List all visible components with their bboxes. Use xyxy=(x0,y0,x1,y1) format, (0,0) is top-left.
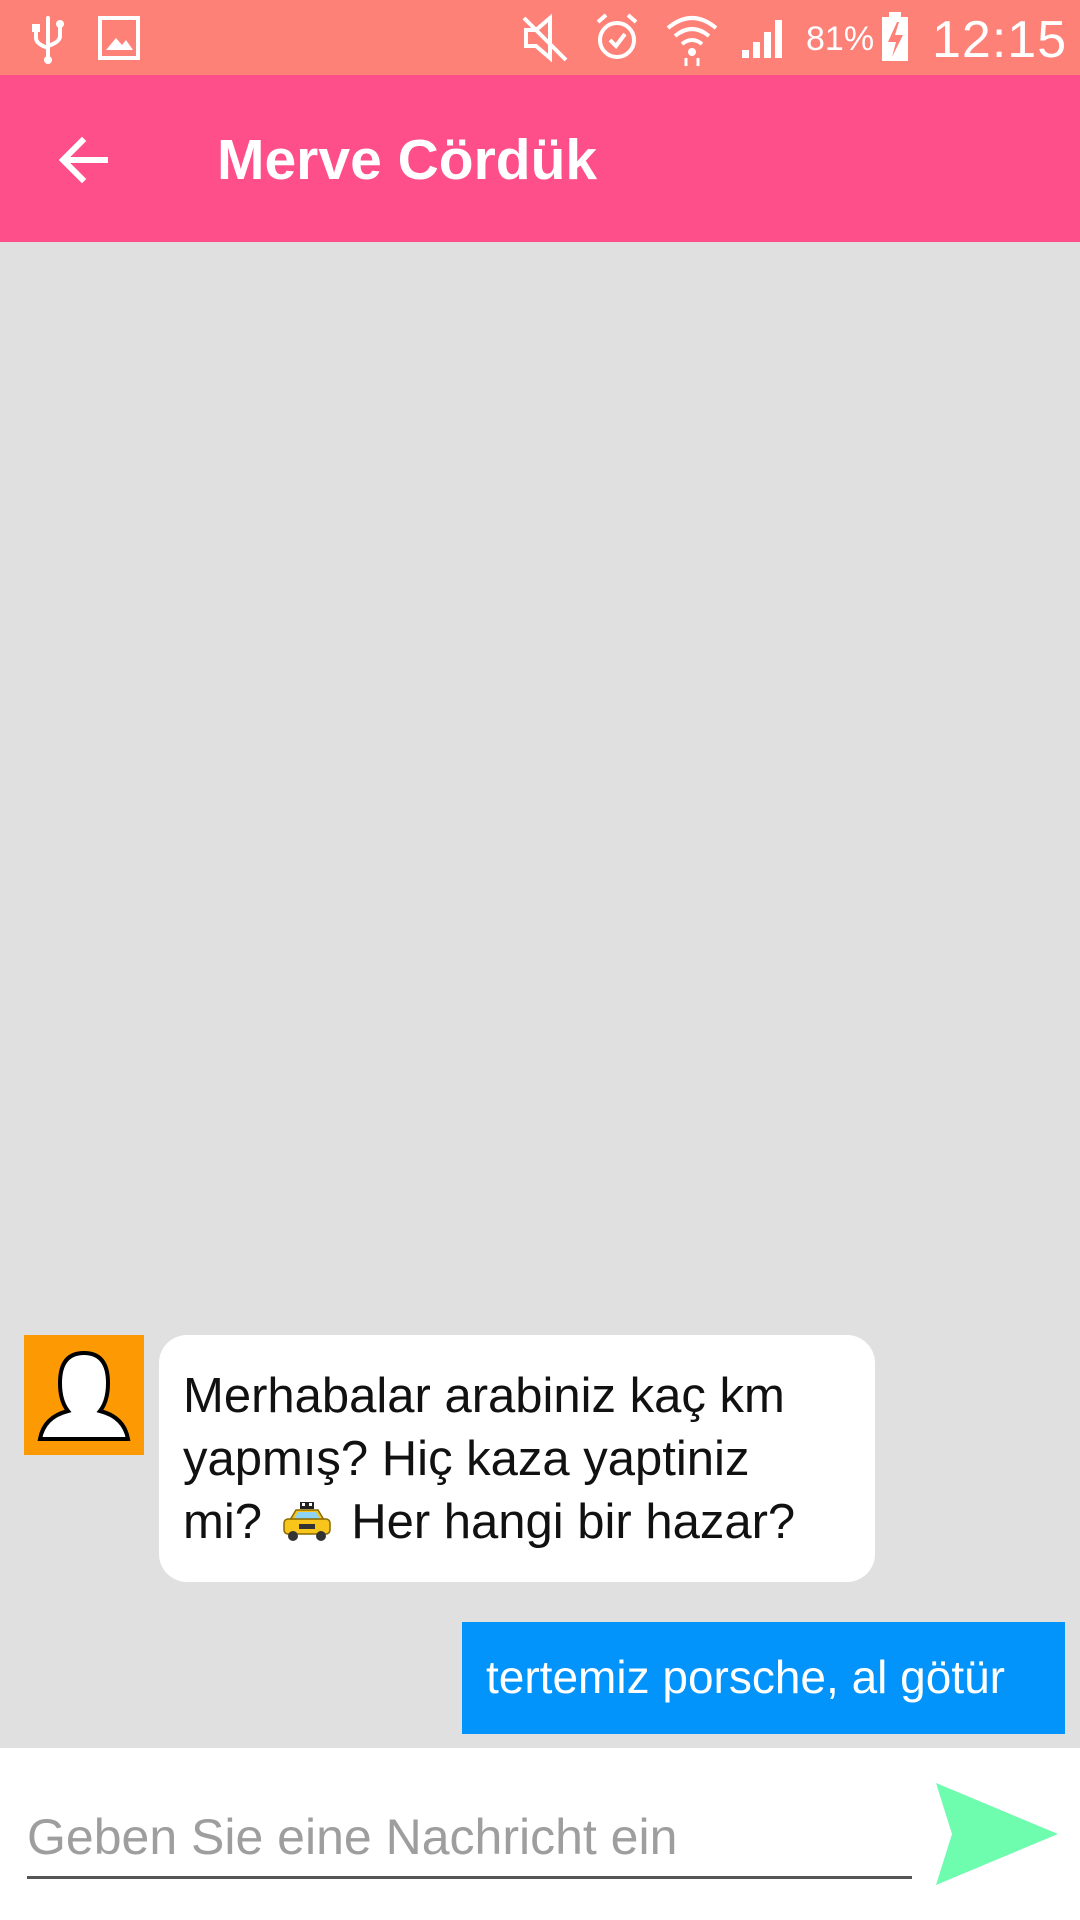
arrow-back-icon[interactable] xyxy=(40,115,130,205)
battery-charging-icon xyxy=(882,12,908,61)
status-bar: 81% 12:15 xyxy=(0,0,1080,75)
message-input[interactable] xyxy=(27,1798,912,1879)
message-text: tertemiz porsche, al götür xyxy=(486,1651,1006,1703)
chat-area[interactable]: Merhabalar arabiniz kaç km yapmış? Hiç k… xyxy=(0,242,1080,1748)
send-arrow-icon[interactable] xyxy=(932,1779,1062,1889)
usb-icon xyxy=(32,16,64,64)
message-line: Merhabalar arabiniz kaç km xyxy=(183,1369,785,1423)
composer-bar xyxy=(0,1748,1080,1920)
signal-icon xyxy=(742,20,782,58)
person-silhouette-icon xyxy=(37,1350,131,1441)
app-bar: Merve Cördük xyxy=(0,75,1080,242)
avatar[interactable] xyxy=(24,1335,144,1455)
conversation-title: Merve Cördük xyxy=(217,128,598,192)
taxi-icon xyxy=(282,1502,331,1541)
wifi-icon xyxy=(666,16,718,66)
message-line: yapmış? Hiç kaza yaptiniz xyxy=(183,1432,750,1486)
outgoing-message-bubble[interactable]: tertemiz porsche, al götür xyxy=(462,1622,1065,1734)
incoming-message-bubble[interactable]: Merhabalar arabiniz kaç km yapmış? Hiç k… xyxy=(159,1335,875,1582)
message-line-3: mi? Her hangi bir hazar? xyxy=(183,1491,851,1554)
battery-percent: 81% xyxy=(806,20,875,58)
message-line: Her hangi bir hazar? xyxy=(351,1495,796,1549)
image-icon xyxy=(98,16,140,60)
mute-icon xyxy=(522,13,568,63)
message-line: mi? xyxy=(183,1495,262,1549)
clock: 12:15 xyxy=(932,11,1068,69)
alarm-icon xyxy=(596,13,638,59)
